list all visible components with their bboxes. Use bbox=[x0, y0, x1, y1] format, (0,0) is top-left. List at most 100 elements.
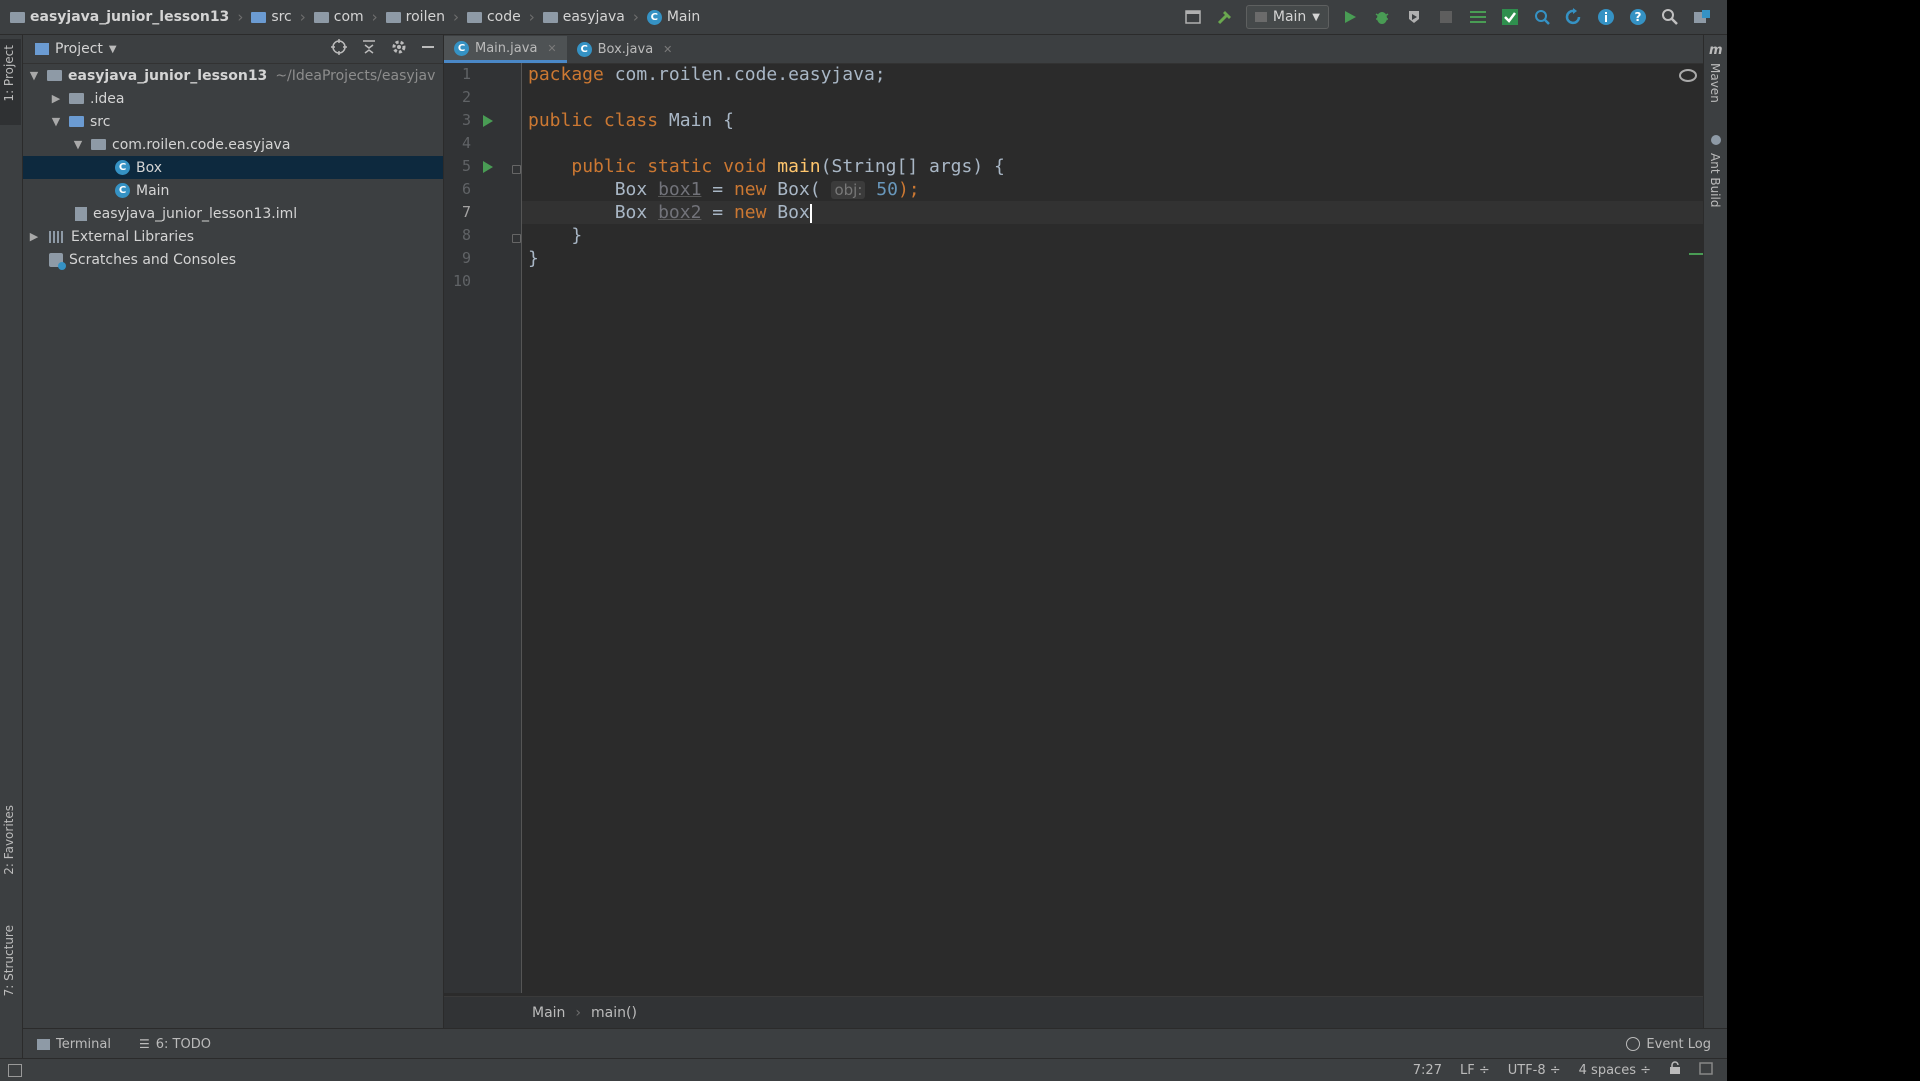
project-structure-icon[interactable] bbox=[1691, 6, 1713, 28]
navigation-bar: easyjava_junior_lesson13 › src › com › r… bbox=[0, 0, 1727, 35]
folder-icon bbox=[69, 93, 84, 104]
line-number: 8 bbox=[461, 226, 471, 244]
fold-icon[interactable] bbox=[512, 234, 521, 243]
project-view-select[interactable]: Project bbox=[55, 41, 103, 57]
code-line-9: } bbox=[528, 248, 539, 269]
inspector-icon[interactable] bbox=[1699, 1061, 1713, 1079]
left-tool-stripe: 1: Project 2: Favorites 7: Structure bbox=[0, 35, 23, 1060]
crumb-project[interactable]: easyjava_junior_lesson13 bbox=[10, 9, 229, 25]
crumb-src[interactable]: src bbox=[251, 9, 292, 25]
maven-icon: m bbox=[1709, 43, 1723, 58]
code-line-6: Box box1 = new Box( obj: 50); bbox=[614, 179, 920, 200]
crumb-main[interactable]: C Main bbox=[646, 9, 700, 25]
tree-item-src[interactable]: ▼ src bbox=[23, 110, 443, 133]
todo-button[interactable]: ☰ 6: TODO bbox=[139, 1029, 211, 1059]
tree-item-box[interactable]: C Box bbox=[23, 156, 443, 179]
fold-icon[interactable] bbox=[512, 165, 521, 174]
info-icon[interactable] bbox=[1595, 6, 1617, 28]
svg-text:?: ? bbox=[1635, 10, 1642, 24]
tree-item-iml[interactable]: easyjava_junior_lesson13.iml bbox=[23, 202, 443, 225]
frame-icon[interactable] bbox=[1182, 6, 1204, 28]
tree-item-package[interactable]: ▼ com.roilen.code.easyjava bbox=[23, 133, 443, 156]
tab-main-java[interactable]: C Main.java ✕ bbox=[444, 36, 567, 63]
locate-icon[interactable] bbox=[331, 39, 347, 59]
code-line-5: public static void main(String[] args) { bbox=[571, 156, 1005, 177]
folder-icon bbox=[385, 11, 401, 23]
tree-item-idea[interactable]: ▶ .idea bbox=[23, 87, 443, 110]
expanded-arrow-icon[interactable]: ▼ bbox=[71, 138, 85, 151]
debug-bug-icon[interactable] bbox=[1371, 6, 1393, 28]
tree-item-main[interactable]: C Main bbox=[23, 179, 443, 202]
reader-mode-eye-icon[interactable] bbox=[1679, 69, 1697, 82]
todo-list-icon: ☰ bbox=[139, 1037, 150, 1051]
gear-icon[interactable] bbox=[391, 39, 407, 59]
crumb-easyjava[interactable]: easyjava bbox=[542, 9, 625, 25]
tab-ant-build-tool[interactable]: Ant Build bbox=[1708, 153, 1722, 207]
editor-tabs: C Main.java ✕ C Box.java ✕ bbox=[444, 35, 1703, 64]
close-icon[interactable]: ✕ bbox=[547, 42, 556, 55]
hide-panel-icon[interactable] bbox=[421, 40, 435, 58]
breadcrumb-method[interactable]: main() bbox=[591, 1005, 637, 1021]
code-editor: C Main.java ✕ C Box.java ✕ 1 2 3 4 5 6 7… bbox=[444, 35, 1703, 1028]
crumb-roilen[interactable]: roilen bbox=[385, 9, 445, 25]
line-number: 3 bbox=[461, 111, 471, 129]
tree-item-external-libraries[interactable]: ▶ External Libraries bbox=[23, 225, 443, 248]
close-icon[interactable]: ✕ bbox=[663, 43, 672, 56]
run-gutter-icon[interactable] bbox=[483, 161, 493, 173]
scratches-icon bbox=[49, 252, 66, 270]
collapse-all-icon[interactable] bbox=[361, 39, 377, 59]
crumb-code[interactable]: code bbox=[466, 9, 521, 25]
terminal-icon bbox=[37, 1038, 50, 1050]
tab-maven-tool[interactable]: Maven bbox=[1708, 63, 1722, 103]
collapsed-arrow-icon[interactable]: ▶ bbox=[49, 92, 63, 105]
lock-icon[interactable] bbox=[1669, 1061, 1681, 1079]
help-icon[interactable]: ? bbox=[1627, 6, 1649, 28]
search-icon[interactable] bbox=[1659, 6, 1681, 28]
folder-icon bbox=[313, 11, 329, 23]
chevron-down-icon[interactable]: ▼ bbox=[109, 44, 117, 55]
library-icon bbox=[49, 230, 65, 243]
line-separator[interactable]: LF ÷ bbox=[1460, 1063, 1490, 1078]
parameter-hint: obj: bbox=[831, 181, 866, 199]
tab-box-java[interactable]: C Box.java ✕ bbox=[567, 36, 683, 63]
source-folder-icon bbox=[69, 116, 84, 127]
tool-windows-toggle-icon[interactable] bbox=[8, 1064, 22, 1077]
expanded-arrow-icon[interactable]: ▼ bbox=[49, 115, 63, 128]
project-panel: Project ▼ ▼ easyjava_junior_lesson13 ~/I… bbox=[23, 35, 444, 1028]
tree-item-scratches[interactable]: Scratches and Consoles bbox=[23, 248, 443, 271]
breadcrumb-class[interactable]: Main bbox=[532, 1005, 565, 1021]
revert-icon[interactable] bbox=[1563, 6, 1585, 28]
caret-position[interactable]: 7:27 bbox=[1413, 1063, 1442, 1078]
vcs-update-icon[interactable] bbox=[1467, 6, 1489, 28]
config-icon bbox=[1254, 12, 1267, 22]
error-stripe-mark bbox=[1689, 253, 1703, 255]
vcs-history-icon[interactable] bbox=[1531, 6, 1553, 28]
file-encoding[interactable]: UTF-8 ÷ bbox=[1508, 1063, 1561, 1078]
collapsed-arrow-icon[interactable]: ▶ bbox=[27, 230, 41, 243]
class-icon: C bbox=[115, 183, 130, 198]
tab-project-tool[interactable]: 1: Project bbox=[2, 45, 16, 102]
event-log-button[interactable]: Event Log bbox=[1626, 1029, 1711, 1059]
code-line-3: public class Main { bbox=[528, 110, 734, 131]
main-toolbar: Main ▼ ? bbox=[1182, 0, 1713, 34]
chevron-down-icon: ▼ bbox=[1312, 11, 1320, 23]
run-configuration-select[interactable]: Main ▼ bbox=[1245, 5, 1329, 29]
build-hammer-icon[interactable] bbox=[1214, 6, 1236, 28]
run-gutter-icon[interactable] bbox=[483, 115, 493, 127]
code-area[interactable]: 1 2 3 4 5 6 7 8 9 10 package com.roilen.… bbox=[444, 63, 1703, 993]
package-icon bbox=[91, 139, 106, 150]
expanded-arrow-icon[interactable]: ▼ bbox=[27, 69, 41, 82]
indent-setting[interactable]: 4 spaces ÷ bbox=[1579, 1063, 1651, 1078]
coverage-icon[interactable] bbox=[1403, 6, 1425, 28]
vcs-commit-icon[interactable] bbox=[1499, 6, 1521, 28]
crumb-com[interactable]: com bbox=[313, 9, 364, 25]
tab-favorites-tool[interactable]: 2: Favorites bbox=[2, 805, 16, 875]
terminal-button[interactable]: Terminal bbox=[37, 1029, 111, 1059]
run-icon[interactable] bbox=[1339, 6, 1361, 28]
tab-structure-tool[interactable]: 7: Structure bbox=[2, 925, 16, 996]
tree-item-project-root[interactable]: ▼ easyjava_junior_lesson13 ~/IdeaProject… bbox=[23, 64, 443, 87]
project-view-icon bbox=[35, 43, 49, 55]
line-number: 1 bbox=[461, 65, 471, 83]
code-line-7: Box box2 = new Box bbox=[614, 202, 812, 223]
stop-icon[interactable] bbox=[1435, 6, 1457, 28]
